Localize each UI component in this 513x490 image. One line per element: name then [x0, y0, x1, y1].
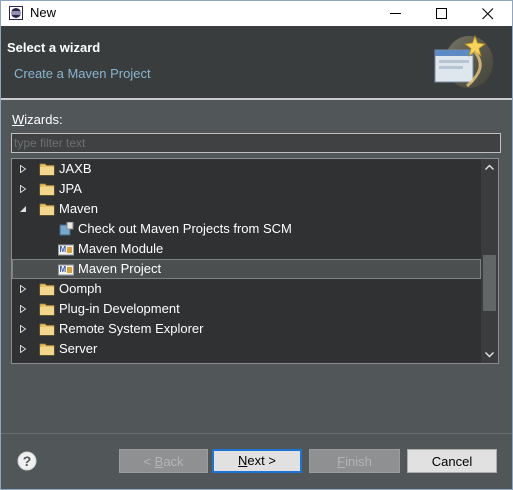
wizard-header: Select a wizard Create a Maven Project: [1, 26, 512, 98]
minimize-icon: [390, 13, 401, 14]
tree-item[interactable]: Plug-in Development: [12, 299, 481, 319]
folder-icon: [39, 183, 55, 196]
svg-text:M: M: [60, 265, 67, 274]
collapsed-arrow-icon[interactable]: [19, 325, 27, 333]
maven-scm-icon: [59, 222, 74, 236]
expanded-arrow-icon[interactable]: [19, 205, 27, 213]
collapsed-arrow-icon[interactable]: [19, 165, 27, 173]
wizards-label: Wizards:: [12, 112, 63, 127]
chevron-down-icon: [485, 352, 494, 358]
tree-item-label: Check out Maven Projects from SCM: [78, 221, 292, 236]
svg-text:?: ?: [23, 453, 32, 469]
tree-item-label: Maven: [59, 201, 99, 216]
title-bar: New: [1, 1, 512, 26]
back-button[interactable]: < Back: [119, 449, 208, 473]
tree-item-label: Maven Project: [78, 261, 162, 276]
maximize-icon: [436, 8, 447, 19]
collapsed-arrow-icon[interactable]: [19, 185, 27, 193]
tree-item-label: Remote System Explorer: [59, 321, 204, 336]
tree-item[interactable]: Server: [12, 339, 481, 359]
tree-item[interactable]: JAXB: [12, 159, 481, 179]
window-title: New: [30, 5, 57, 20]
header-title: Select a wizard: [7, 40, 101, 55]
maximize-button[interactable]: [419, 1, 465, 26]
new-wizard-dialog: New Select a wizard Create a Maven Proje…: [0, 0, 513, 490]
tree-item-label: Oomph: [59, 281, 102, 296]
next-button[interactable]: Next >: [212, 449, 302, 473]
collapsed-arrow-icon[interactable]: [19, 345, 27, 353]
maven-icon: M: [58, 264, 74, 276]
eclipse-icon: [9, 6, 23, 20]
minimize-button[interactable]: [373, 1, 419, 26]
tree-item-label: JAXB: [59, 161, 92, 176]
collapsed-arrow-icon[interactable]: [19, 305, 27, 313]
collapsed-arrow-icon[interactable]: [19, 285, 27, 293]
footer-separator: [1, 433, 512, 434]
scroll-down-button[interactable]: [481, 346, 498, 363]
scroll-thumb[interactable]: [483, 255, 496, 311]
help-icon[interactable]: ?: [17, 451, 37, 471]
folder-icon: [39, 303, 55, 316]
tree-item[interactable]: M Maven Project: [12, 259, 481, 279]
scroll-up-button[interactable]: [481, 159, 498, 176]
tree-item[interactable]: Maven: [12, 199, 481, 219]
folder-icon: [39, 203, 55, 216]
tree-scrollbar[interactable]: [481, 159, 498, 363]
chevron-up-icon: [485, 164, 494, 170]
filter-input[interactable]: [11, 133, 501, 153]
svg-text:M: M: [60, 245, 67, 254]
tree-item[interactable]: Oomph: [12, 279, 481, 299]
header-description: Create a Maven Project: [14, 66, 151, 81]
tree-item-label: Plug-in Development: [59, 301, 180, 316]
finish-button[interactable]: Finish: [309, 449, 400, 473]
new-wizard-banner-icon: [434, 34, 493, 88]
tree-item-label: Maven Module: [78, 241, 164, 256]
maven-icon: M: [58, 244, 74, 256]
folder-icon: [39, 323, 55, 336]
folder-icon: [39, 283, 55, 296]
tree-item[interactable]: Remote System Explorer: [12, 319, 481, 339]
close-button[interactable]: [465, 1, 511, 26]
tree-item[interactable]: JPA: [12, 179, 481, 199]
tree-item-label: Server: [59, 341, 98, 356]
folder-icon: [39, 163, 55, 176]
tree-item[interactable]: M Maven Module: [12, 239, 481, 259]
cancel-button[interactable]: Cancel: [407, 449, 497, 473]
tree-item-label: JPA: [59, 181, 82, 196]
folder-icon: [39, 343, 55, 356]
close-icon: [482, 8, 494, 20]
header-separator: [1, 98, 512, 100]
wizard-tree[interactable]: JAXB JPA Maven Check out Maven Projects fro…: [11, 158, 499, 364]
tree-item[interactable]: Check out Maven Projects from SCM: [12, 219, 481, 239]
